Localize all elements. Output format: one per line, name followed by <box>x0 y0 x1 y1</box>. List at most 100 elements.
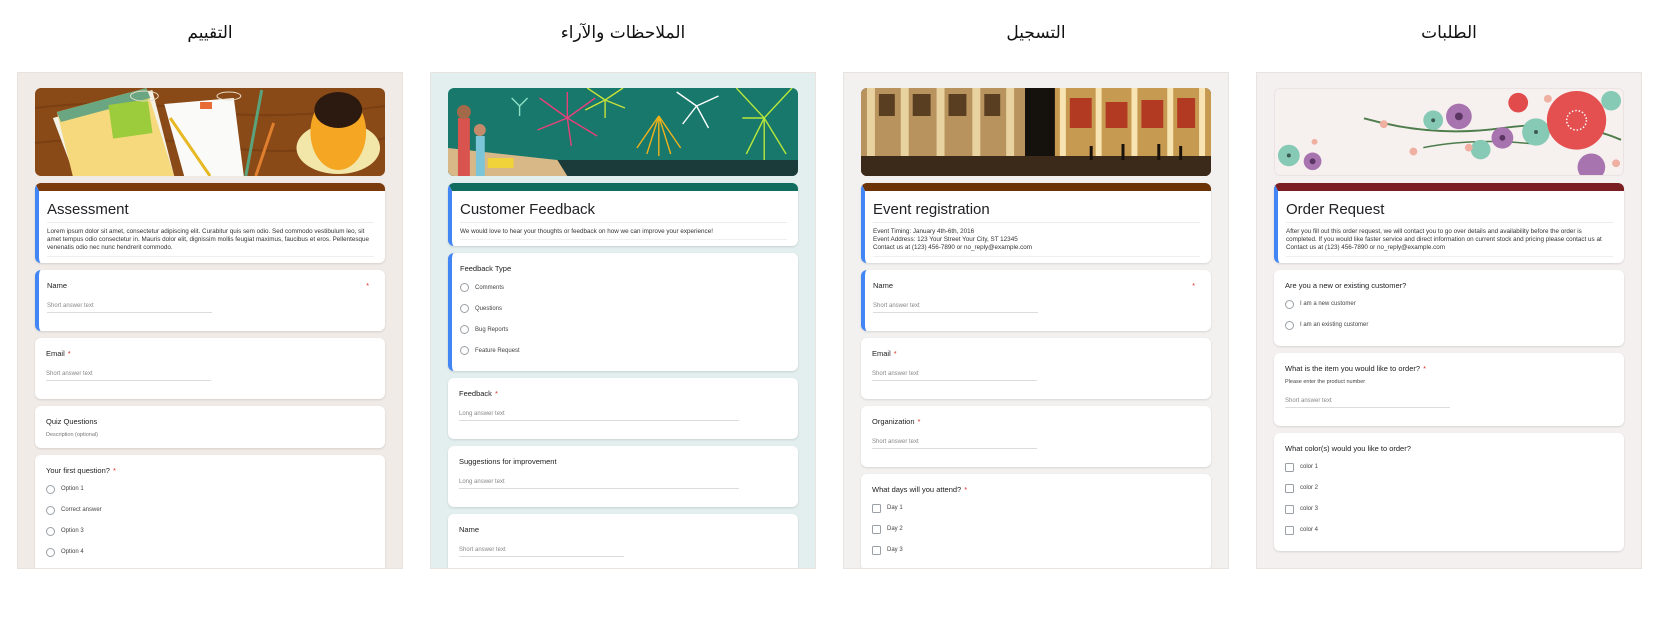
form-preview[interactable]: Customer Feedback We would love to hear … <box>430 72 816 569</box>
short-answer-field[interactable]: Short answer text <box>872 439 1037 449</box>
radio-option[interactable]: Feature Request <box>460 346 787 356</box>
form-title: Customer Feedback <box>460 201 787 223</box>
radio-icon[interactable] <box>46 526 55 536</box>
question-card-name[interactable]: Name * Short answer text <box>861 269 1211 331</box>
checkbox-option[interactable]: color 3 <box>1285 504 1613 514</box>
option-label: Day 1 <box>887 505 903 512</box>
question-card-multiple-choice[interactable]: Your first question? * Option 1 Correct a… <box>35 454 385 568</box>
form-preview[interactable]: Event registration Event Timing: January… <box>843 72 1229 569</box>
radio-icon[interactable] <box>460 304 469 314</box>
banner-image-venue <box>861 88 1211 176</box>
question-card-colors[interactable]: What color(s) would you like to order? c… <box>1274 432 1624 551</box>
form-header-card[interactable]: Customer Feedback We would love to hear … <box>448 183 798 247</box>
checkbox-icon[interactable] <box>1285 462 1294 472</box>
form-title: Event registration <box>873 201 1200 223</box>
checkbox-option[interactable]: Day 3 <box>872 545 1200 555</box>
checkbox-icon[interactable] <box>1285 525 1294 535</box>
template-assessment[interactable]: التقييم Assessment Lorem ipsum dolor sit… <box>17 0 403 569</box>
radio-option[interactable]: I am an existing customer <box>1285 320 1613 330</box>
template-order-request[interactable]: الطلبات Order Request After you fill out… <box>1256 0 1642 569</box>
banner-image-fireworks <box>448 88 798 176</box>
short-answer-field[interactable]: Short answer text <box>46 371 211 381</box>
option-label: color 4 <box>1300 527 1319 534</box>
short-answer-field[interactable]: Short answer text <box>873 303 1038 313</box>
question-label: Suggestions for improvement <box>459 457 557 467</box>
radio-icon[interactable] <box>46 547 55 557</box>
short-answer-field[interactable]: Short answer text <box>1285 398 1450 408</box>
question-label: Email <box>872 348 891 358</box>
question-card-item[interactable]: What is the item you would like to order… <box>1274 352 1624 426</box>
option-label: Day 3 <box>887 547 903 554</box>
form-header-card[interactable]: Order Request After you fill out this or… <box>1274 183 1624 263</box>
radio-icon[interactable] <box>46 505 55 515</box>
option-label: Option 1 <box>61 486 84 493</box>
question-card-email[interactable]: Email * Short answer text <box>861 337 1211 399</box>
short-answer-field[interactable]: Short answer text <box>872 371 1037 381</box>
form-preview[interactable]: Assessment Lorem ipsum dolor sit amet, c… <box>17 72 403 569</box>
checkbox-option[interactable]: Day 2 <box>872 524 1200 534</box>
checkbox-icon[interactable] <box>872 545 881 555</box>
banner-image-flowers <box>1274 88 1624 176</box>
option-label: Comments <box>475 284 505 291</box>
question-card-feedback[interactable]: Feedback * Long answer text <box>448 378 798 440</box>
section-description: Description (optional) <box>46 431 98 438</box>
question-label: What days will you attend? <box>872 484 962 494</box>
radio-option[interactable]: Comments <box>460 283 787 293</box>
radio-option[interactable]: Correct answer <box>46 505 374 515</box>
question-card-organization[interactable]: Organization * Short answer text <box>861 405 1211 467</box>
form-description: We would love to hear your thoughts or f… <box>460 223 787 241</box>
radio-option[interactable]: Questions <box>460 304 787 314</box>
short-answer-field[interactable]: Short answer text <box>47 303 212 313</box>
question-card-feedback-type[interactable]: Feedback Type Comments Questions Bug Rep… <box>448 253 798 372</box>
checkbox-option[interactable]: Day 1 <box>872 503 1200 513</box>
question-label: Feedback Type <box>460 264 512 274</box>
question-card-name[interactable]: Name Short answer text <box>448 514 798 568</box>
option-label: Feature Request <box>475 347 520 354</box>
description-line: Event Timing: January 4th-6th, 2016 <box>873 228 975 235</box>
radio-option[interactable]: Option 3 <box>46 526 374 536</box>
template-event-registration[interactable]: التسجيل Event registration Event Timing:… <box>843 0 1229 569</box>
checkbox-option[interactable]: color 4 <box>1285 525 1613 535</box>
template-customer-feedback[interactable]: الملاحظات والآراء Customer Feedback We w… <box>430 0 816 569</box>
checkbox-option[interactable]: color 1 <box>1285 462 1613 472</box>
radio-option[interactable]: Option 4 <box>46 547 374 557</box>
form-header-card[interactable]: Event registration Event Timing: January… <box>861 183 1211 263</box>
radio-icon[interactable] <box>460 283 469 293</box>
banner-image-desk <box>35 88 385 176</box>
option-label: I am a new customer <box>1300 301 1356 308</box>
radio-icon[interactable] <box>1285 320 1294 330</box>
radio-option[interactable]: Option 1 <box>46 484 374 494</box>
checkbox-icon[interactable] <box>1285 504 1294 514</box>
long-answer-field[interactable]: Long answer text <box>459 411 739 422</box>
required-marker: * <box>964 484 968 494</box>
form-header-card[interactable]: Assessment Lorem ipsum dolor sit amet, c… <box>35 183 385 263</box>
option-label: color 3 <box>1300 506 1319 513</box>
option-label: Correct answer <box>61 507 102 514</box>
question-label: What color(s) would you like to order? <box>1285 443 1411 453</box>
radio-icon[interactable] <box>1285 299 1294 309</box>
question-card-name[interactable]: Name * Short answer text <box>35 269 385 331</box>
checkbox-icon[interactable] <box>872 503 881 513</box>
option-label: Bug Reports <box>475 326 509 333</box>
radio-icon[interactable] <box>46 484 55 494</box>
radio-option[interactable]: I am a new customer <box>1285 299 1613 309</box>
form-description: Event Timing: January 4th-6th, 2016 Even… <box>873 223 1200 257</box>
form-preview[interactable]: Order Request After you fill out this or… <box>1256 72 1642 569</box>
question-card-email[interactable]: Email * Short answer text <box>35 337 385 399</box>
radio-icon[interactable] <box>460 346 469 356</box>
short-answer-field[interactable]: Short answer text <box>459 547 624 558</box>
question-card-customer-type[interactable]: Are you a new or existing customer? I am… <box>1274 269 1624 346</box>
checkbox-icon[interactable] <box>872 524 881 534</box>
radio-option[interactable]: Bug Reports <box>460 325 787 335</box>
section-card-quiz[interactable]: Quiz Questions Description (optional) <box>35 405 385 448</box>
checkbox-icon[interactable] <box>1285 483 1294 493</box>
question-label: Name <box>459 525 480 535</box>
question-card-days[interactable]: What days will you attend? * Day 1 Day 2 … <box>861 473 1211 568</box>
question-label: What is the item you would like to order… <box>1285 363 1421 373</box>
long-answer-field[interactable]: Long answer text <box>459 479 739 490</box>
question-label: Organization <box>872 416 915 426</box>
radio-icon[interactable] <box>460 325 469 335</box>
question-card-suggestions[interactable]: Suggestions for improvement Long answer … <box>448 446 798 508</box>
checkbox-option[interactable]: color 2 <box>1285 483 1613 493</box>
required-marker: * <box>67 348 71 358</box>
